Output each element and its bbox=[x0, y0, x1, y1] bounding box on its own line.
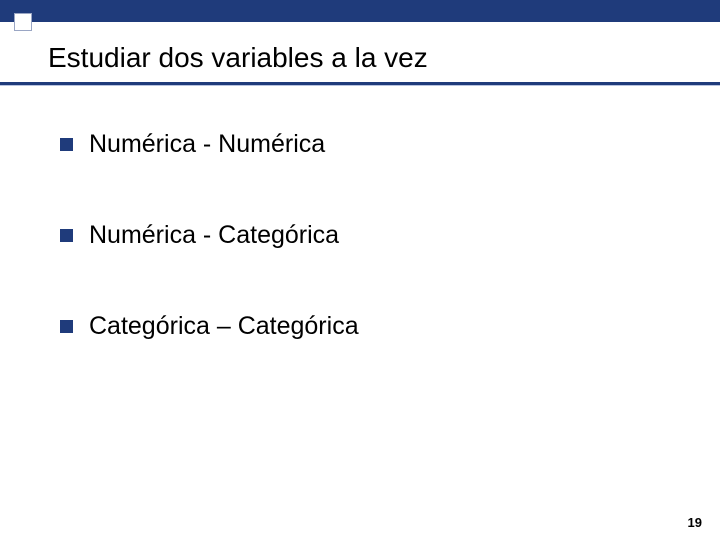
slide-top-bar bbox=[0, 0, 720, 22]
list-item: Categórica – Categórica bbox=[60, 312, 680, 341]
list-item-label: Numérica - Numérica bbox=[89, 130, 325, 159]
bullet-icon bbox=[60, 138, 73, 151]
list-item-label: Numérica - Categórica bbox=[89, 221, 339, 250]
list-item-label: Categórica – Categórica bbox=[89, 312, 359, 341]
slide-title: Estudiar dos variables a la vez bbox=[48, 42, 428, 74]
title-underline-light bbox=[0, 85, 720, 86]
list-item: Numérica - Numérica bbox=[60, 130, 680, 159]
content-area: Numérica - Numérica Numérica - Categóric… bbox=[60, 130, 680, 403]
list-item: Numérica - Categórica bbox=[60, 221, 680, 250]
slide-accent-square bbox=[14, 13, 32, 31]
bullet-icon bbox=[60, 229, 73, 242]
bullet-icon bbox=[60, 320, 73, 333]
page-number: 19 bbox=[688, 515, 702, 530]
